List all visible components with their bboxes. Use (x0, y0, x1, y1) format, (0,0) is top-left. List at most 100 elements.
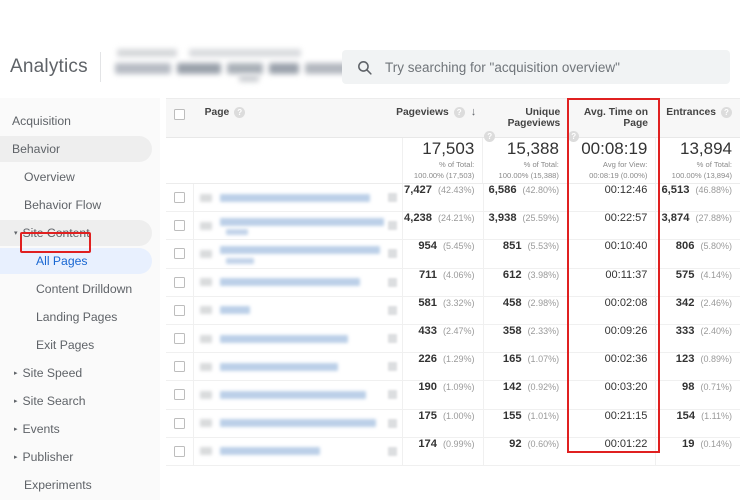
page-url-link-blurred[interactable] (219, 362, 338, 371)
row-checkbox-cell[interactable] (166, 220, 193, 232)
page-url-cell[interactable] (192, 353, 402, 381)
sidebar-item-exit-pages[interactable]: Exit Pages (0, 332, 160, 358)
row-checkbox-cell[interactable] (166, 389, 193, 401)
table-row[interactable]: 174 (0.99%) 92 (0.60%) 00:01:22 19 (0.14%) (166, 437, 740, 466)
page-url-cell[interactable] (192, 324, 402, 353)
sidebar-item-overview[interactable]: Overview (0, 164, 160, 190)
sidebar-item-publisher[interactable]: ▸ Publisher (0, 444, 160, 470)
table-row[interactable]: 226 (1.29%) 165 (1.07%) 00:02:36 123 (0.89%) (166, 353, 740, 382)
row-checkbox-cell[interactable] (166, 333, 193, 345)
row-checkbox-cell[interactable] (166, 304, 193, 316)
page-url-cell[interactable] (192, 212, 402, 240)
open-page-icon[interactable] (387, 221, 397, 231)
chevron-right-icon[interactable]: ▸ (14, 426, 18, 433)
row-checkbox[interactable] (173, 248, 185, 260)
sidebar-item-behavior[interactable]: Behavior (0, 136, 152, 162)
help-icon[interactable]: ? (721, 107, 732, 118)
table-row[interactable]: 581 (3.32%) 458 (2.98%) 00:02:08 342 (2.46%) (166, 296, 740, 325)
select-all-checkbox-cell[interactable] (166, 99, 193, 137)
table-row[interactable]: 190 (1.09%) 142 (0.92%) 00:03:20 98 (0.71%) (166, 381, 740, 410)
page-url-link-blurred-line2[interactable] (225, 229, 248, 236)
open-page-icon[interactable] (387, 362, 397, 372)
sidebar-item-site-search[interactable]: ▸ Site Search (0, 388, 160, 414)
sidebar-item-behavior-flow[interactable]: Behavior Flow (0, 192, 160, 218)
help-icon[interactable]: ? (453, 107, 465, 118)
column-header-unique-pageviews[interactable]: Unique Pageviews ? (484, 99, 568, 142)
row-checkbox[interactable] (173, 389, 185, 401)
page-url-cell[interactable] (192, 240, 402, 268)
table-row[interactable]: 7,427 (42.43%) 6,586 (42.80%) 00:12:46 6,513 (… (166, 184, 740, 213)
sort-descending-icon[interactable]: ↓ (471, 106, 477, 118)
sidebar-item-all-pages[interactable]: All Pages (0, 248, 152, 274)
page-url-link-blurred[interactable] (219, 193, 370, 202)
row-checkbox-cell[interactable] (166, 192, 193, 204)
row-checkbox-cell[interactable] (166, 445, 193, 457)
sidebar-item-landing-pages[interactable]: Landing Pages (0, 304, 160, 330)
chevron-right-icon[interactable]: ▸ (14, 370, 18, 377)
help-icon[interactable]: ? (484, 131, 496, 142)
search-input[interactable] (385, 59, 730, 75)
row-checkbox[interactable] (173, 276, 185, 288)
pageviews-value: 581 (418, 296, 437, 309)
open-page-icon[interactable] (387, 277, 397, 287)
open-page-icon[interactable] (387, 305, 397, 315)
page-url-link-blurred[interactable] (219, 246, 380, 255)
account-selector-blurred[interactable] (113, 47, 349, 87)
sidebar-item-experiments[interactable]: Experiments (0, 472, 160, 498)
row-checkbox-cell[interactable] (166, 248, 193, 260)
table-row[interactable]: 433 (2.47%) 358 (2.33%) 00:09:26 333 (2.40%) (166, 324, 740, 354)
sidebar-item-acquisition[interactable]: Acquisition (0, 108, 160, 134)
column-header-pageviews[interactable]: Pageviews ? ↓ (396, 99, 484, 137)
page-url-link-blurred[interactable] (219, 218, 384, 227)
account-blur-segment (116, 49, 177, 57)
row-checkbox[interactable] (173, 192, 185, 204)
open-page-icon[interactable] (387, 390, 397, 400)
help-icon[interactable]: ? (234, 107, 246, 118)
page-url-link-blurred[interactable] (219, 419, 376, 428)
page-url-link-blurred[interactable] (219, 390, 366, 399)
row-checkbox[interactable] (173, 220, 185, 232)
sidebar-item-site-speed[interactable]: ▸ Site Speed (0, 360, 160, 386)
open-page-icon[interactable] (387, 446, 397, 456)
page-url-link-blurred[interactable] (219, 306, 250, 315)
sidebar-item-content-drilldown[interactable]: Content Drilldown (0, 276, 160, 302)
row-checkbox-cell[interactable] (166, 276, 193, 288)
page-url-cell[interactable] (192, 268, 402, 296)
open-page-icon[interactable] (387, 193, 397, 203)
column-header-avg-time-on-page[interactable]: Avg. Time on Page ? (568, 99, 656, 142)
page-url-link-blurred[interactable] (219, 447, 320, 456)
page-url-cell[interactable] (192, 437, 402, 465)
column-header-page[interactable]: Page ? (193, 99, 401, 137)
table-row[interactable]: 175 (1.00%) 155 (1.01%) 00:21:15 154 (1.11%) (166, 409, 740, 438)
sidebar-item-events[interactable]: ▸ Events (0, 416, 160, 442)
chevron-right-icon[interactable]: ▸ (14, 454, 18, 461)
page-url-link-blurred[interactable] (219, 334, 348, 343)
sidebar-item-site-content[interactable]: ▾ Site Content (0, 220, 152, 246)
row-checkbox[interactable] (173, 333, 185, 345)
table-row[interactable]: 954 (5.45%) 851 (5.53%) 00:10:40 806 (5.80%) (166, 240, 740, 269)
open-page-icon[interactable] (387, 249, 397, 259)
select-all-checkbox[interactable] (173, 109, 185, 120)
page-url-cell[interactable] (192, 184, 402, 212)
page-url-cell[interactable] (192, 381, 402, 409)
search-bar[interactable] (342, 50, 730, 84)
table-row[interactable]: 4,238 (24.21%) 3,938 (25.59%) 00:22:57 3,874 (… (166, 212, 740, 241)
row-checkbox[interactable] (173, 445, 185, 457)
row-checkbox[interactable] (173, 361, 185, 373)
open-page-icon[interactable] (387, 418, 397, 428)
page-url-link-blurred[interactable] (219, 278, 360, 287)
column-header-entrances[interactable]: Entrances ? (656, 99, 740, 137)
help-icon[interactable]: ? (568, 131, 580, 142)
page-url-cell[interactable] (192, 296, 402, 324)
page-url-link-blurred-line2[interactable] (225, 257, 254, 264)
row-checkbox[interactable] (173, 304, 185, 316)
row-checkbox-cell[interactable] (166, 361, 193, 373)
open-page-icon[interactable] (387, 334, 397, 344)
row-checkbox-cell[interactable] (166, 417, 193, 429)
page-url-cell[interactable] (192, 409, 402, 437)
chevron-down-icon[interactable]: ▾ (14, 230, 18, 237)
table-row[interactable]: 711 (4.06%) 612 (3.98%) 00:11:37 575 (4.14%) (166, 268, 740, 297)
row-checkbox[interactable] (173, 417, 185, 429)
summary-avg-time-value: 00:08:19 (581, 138, 648, 158)
chevron-right-icon[interactable]: ▸ (14, 398, 18, 405)
